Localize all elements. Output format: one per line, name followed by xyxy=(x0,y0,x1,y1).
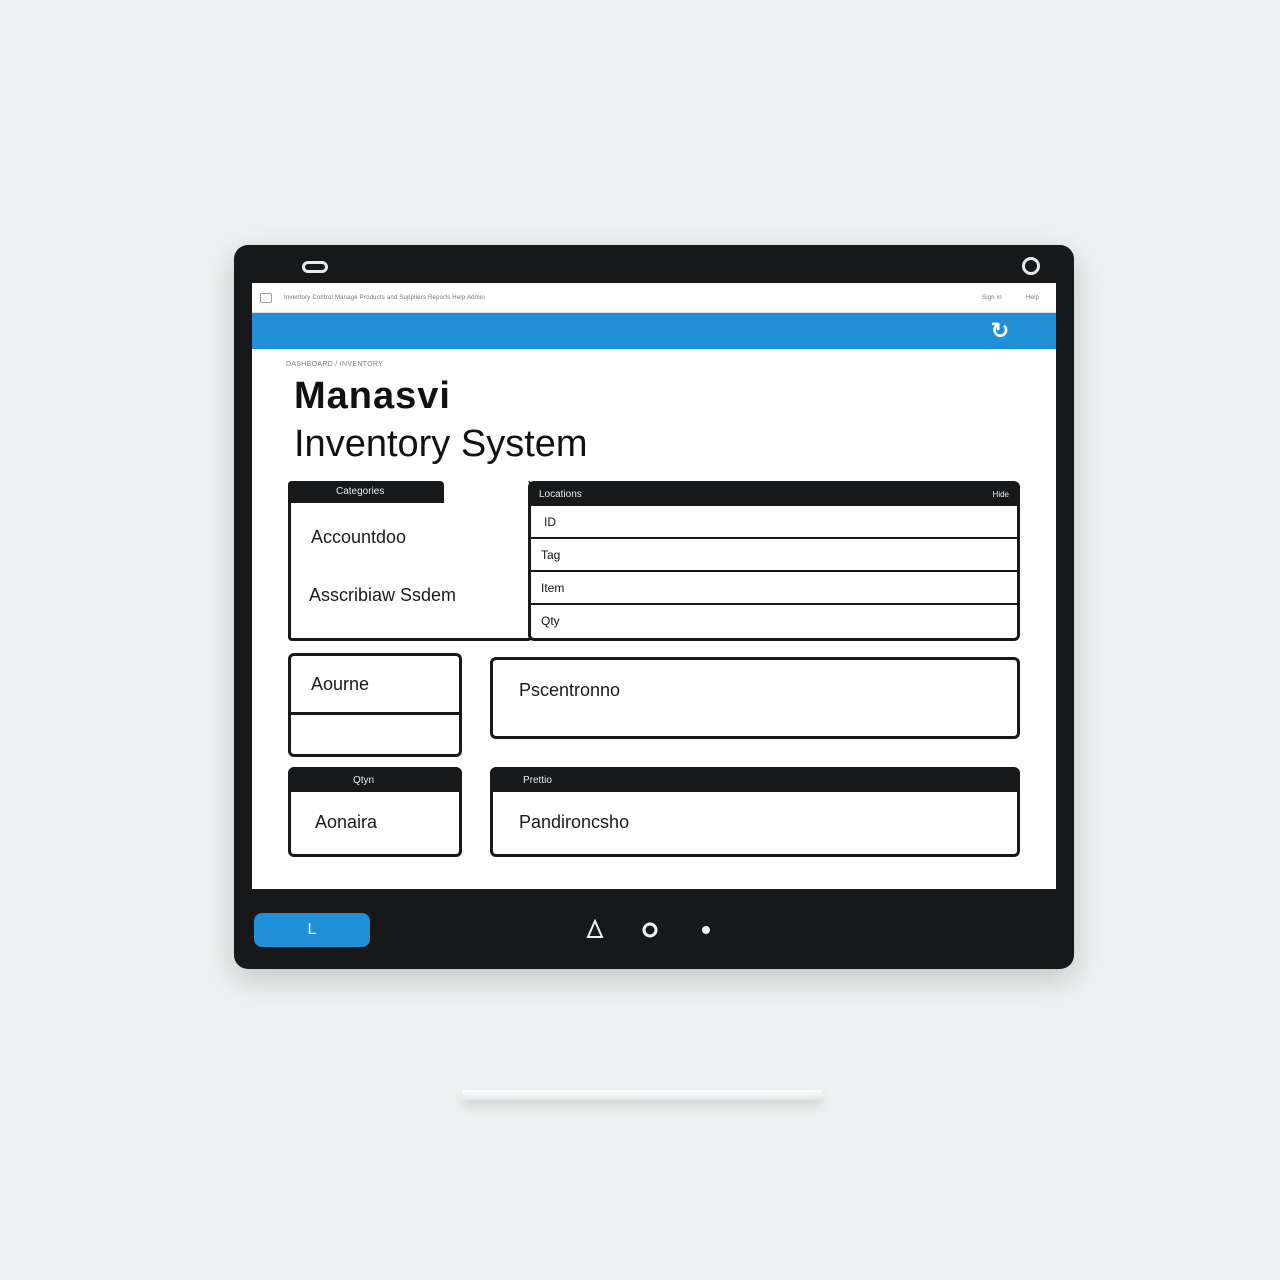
mid-right-label: Pscentronno xyxy=(519,680,621,700)
tablet-device: Inventory Control Manage Products and Su… xyxy=(234,245,1074,969)
app-screen: Inventory Control Manage Products and Su… xyxy=(252,283,1056,889)
quantity-icon: Qty xyxy=(541,614,560,628)
bottom-right-header-label: Prettio xyxy=(523,775,552,786)
camera-left-icon xyxy=(302,261,328,273)
mid-left-panel[interactable]: Aourne xyxy=(288,653,462,757)
top-navigation-bar: Inventory Control Manage Products and Su… xyxy=(252,283,1056,313)
bottom-left-header: Qtyn xyxy=(291,770,459,792)
app-logo-icon[interactable] xyxy=(260,293,272,303)
categories-header-label: Categories xyxy=(336,486,385,497)
device-bottom-bar: L xyxy=(234,891,1074,969)
locations-header-toggle[interactable]: Hide xyxy=(993,484,1009,506)
tag-icon: Tag xyxy=(541,548,561,562)
primary-action-button[interactable]: L xyxy=(254,913,370,947)
list-item[interactable]: Tag xyxy=(531,539,1017,572)
category-item-1[interactable]: Accountdoo xyxy=(311,527,406,548)
divider xyxy=(291,712,459,715)
id-icon: ID xyxy=(544,515,556,529)
categories-panel-header: Categories xyxy=(288,481,444,503)
home-circle-icon[interactable] xyxy=(639,919,661,941)
back-triangle-icon[interactable] xyxy=(584,918,606,941)
mid-left-label: Aourne xyxy=(311,674,370,694)
item-icon: Item xyxy=(541,581,565,595)
bottom-left-label: Aonaira xyxy=(315,812,378,832)
locations-list-header: Locations Hide xyxy=(531,484,1017,506)
bottom-right-header: Prettio xyxy=(493,770,1017,792)
list-item[interactable]: Item xyxy=(531,572,1017,605)
bottom-left-panel[interactable]: Qtyn Aonaira xyxy=(288,767,462,857)
breadcrumb[interactable]: DASHBOARD / INVENTORY xyxy=(286,361,383,368)
refresh-icon[interactable]: ↻ xyxy=(988,319,1012,343)
list-item[interactable]: Qty xyxy=(531,605,1017,638)
help-link[interactable]: Help xyxy=(1026,295,1039,301)
page-subtitle: Inventory System xyxy=(294,423,588,465)
page-title: Manasvi xyxy=(294,375,451,417)
bottom-right-label: Pandironcsho xyxy=(519,812,630,832)
category-item-2[interactable]: Asscribiaw Ssdem xyxy=(309,585,456,606)
list-item[interactable]: ID xyxy=(531,506,1017,539)
camera-right-icon xyxy=(1022,257,1040,275)
dot-icon[interactable] xyxy=(695,919,717,941)
signin-link[interactable]: Sign in xyxy=(982,295,1002,301)
categories-panel: Categories Accountdoo Asscribiaw Ssdem xyxy=(288,481,532,641)
header-banner: ↻ xyxy=(252,313,1056,349)
bottom-left-header-label: Qtyn xyxy=(353,775,375,786)
locations-header-label: Locations xyxy=(539,489,582,500)
top-nav-links[interactable]: Inventory Control Manage Products and Su… xyxy=(284,295,485,301)
bottom-right-panel[interactable]: Prettio Pandironcsho xyxy=(490,767,1020,857)
locations-list-panel: Locations Hide ID Tag Item Qty xyxy=(528,481,1020,641)
device-stand-shadow xyxy=(462,1090,822,1100)
mid-right-panel[interactable]: Pscentronno xyxy=(490,657,1020,739)
